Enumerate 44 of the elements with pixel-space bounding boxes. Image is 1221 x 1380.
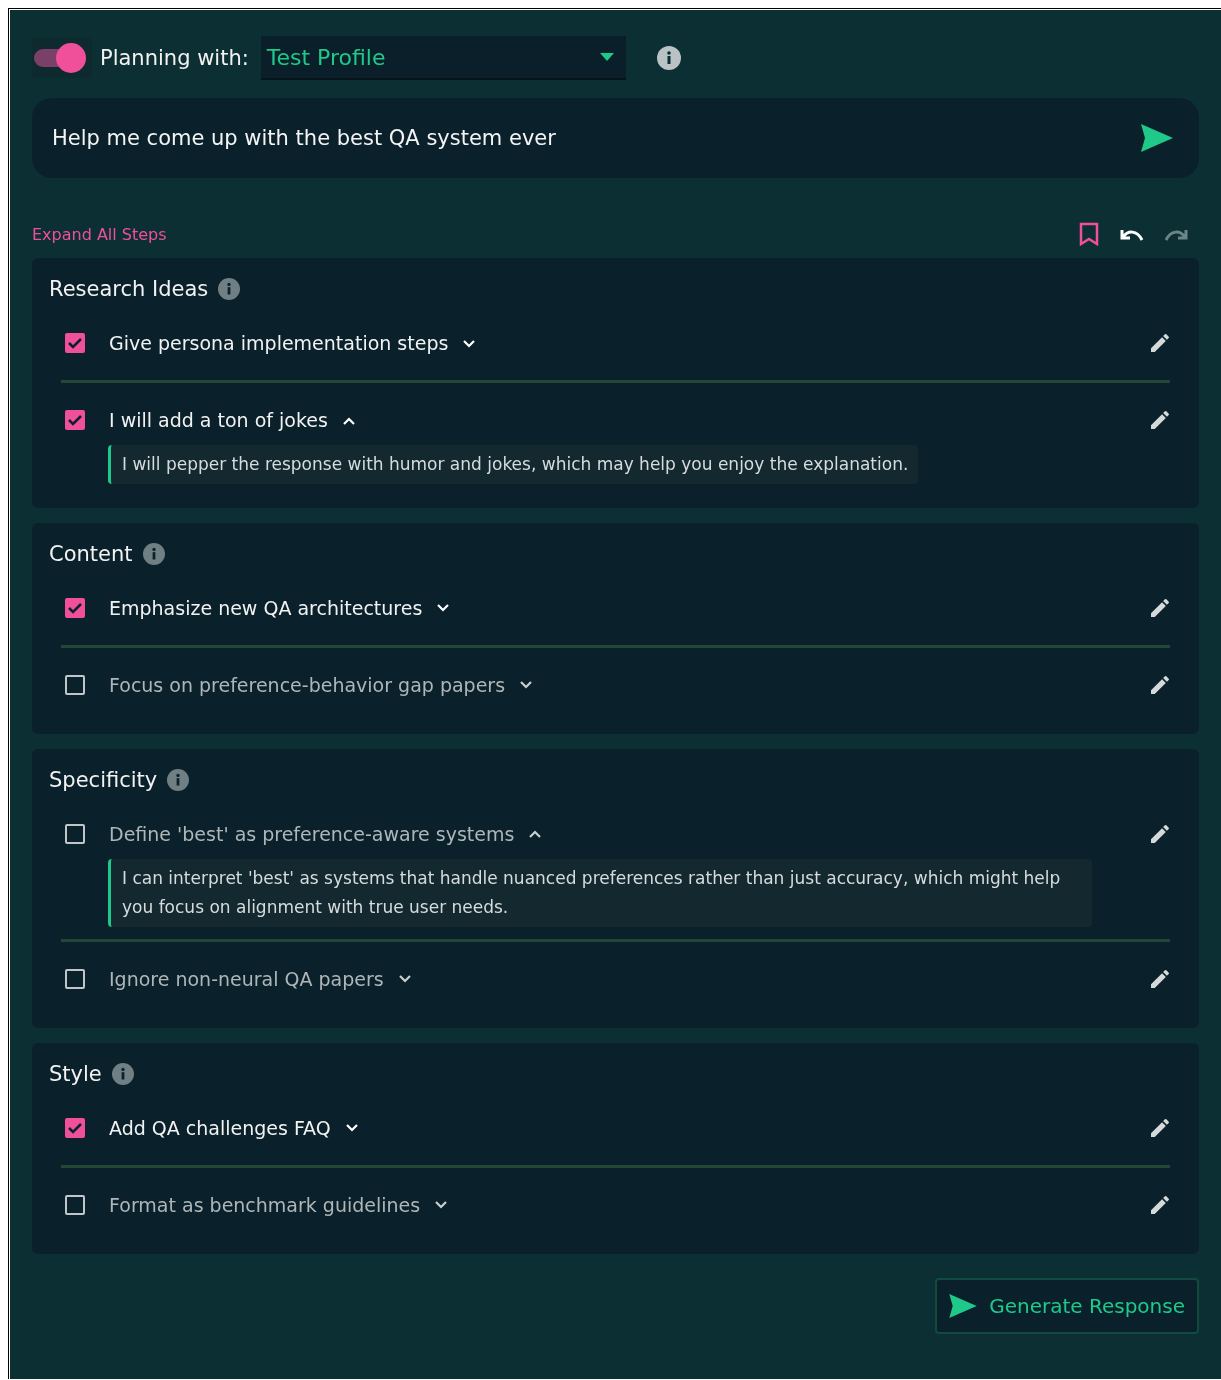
caret-icon bbox=[599, 53, 614, 61]
step-label: I will add a ton of jokes bbox=[109, 409, 328, 431]
chevron-down-icon[interactable] bbox=[434, 1200, 449, 1210]
info-icon[interactable] bbox=[111, 1062, 134, 1085]
toggle-switch[interactable] bbox=[32, 38, 92, 78]
step-description: I can interpret 'best' as systems that handle nuanced preferences rather than just accuracy, which might help you focus on alignment with true user needs. bbox=[108, 858, 1092, 927]
section-title: Content bbox=[49, 541, 133, 566]
generate-response-button[interactable]: Generate Response bbox=[935, 1277, 1199, 1334]
chevron-down-icon[interactable] bbox=[519, 680, 534, 690]
expand-all-link[interactable]: Expand All Steps bbox=[32, 224, 167, 244]
step-label: Define 'best' as preference-aware systems bbox=[109, 822, 515, 845]
checkbox[interactable] bbox=[65, 968, 85, 989]
chevron-up-icon[interactable] bbox=[341, 415, 356, 425]
prompt-field[interactable]: Help me come up with the best QA system ever bbox=[32, 98, 1199, 178]
step-label: Focus on preference-behavior gap papers bbox=[109, 673, 506, 696]
chevron-up-icon[interactable] bbox=[528, 829, 543, 839]
pencil-icon[interactable] bbox=[1148, 408, 1172, 432]
chevron-down-icon[interactable] bbox=[397, 974, 412, 984]
section-title: Research Ideas bbox=[49, 277, 209, 301]
checkbox[interactable] bbox=[65, 1194, 85, 1215]
section-title: Style bbox=[49, 1061, 102, 1086]
pencil-icon[interactable] bbox=[1148, 331, 1172, 355]
checkbox[interactable] bbox=[65, 597, 85, 618]
checkbox[interactable] bbox=[65, 1117, 85, 1138]
step-label: Format as benchmark guidelines bbox=[109, 1193, 421, 1216]
planning-label: Planning with: bbox=[100, 46, 249, 70]
checkbox[interactable] bbox=[65, 823, 85, 844]
info-icon[interactable] bbox=[656, 46, 681, 70]
step-label: Ignore non-neural QA papers bbox=[109, 967, 384, 990]
send-icon bbox=[949, 1293, 978, 1318]
profile-dropdown[interactable]: Test Profile bbox=[260, 36, 626, 80]
info-icon[interactable] bbox=[167, 768, 190, 791]
step-description: I will pepper the response with humor and jokes, which may help you enjoy the explanation. bbox=[108, 445, 919, 484]
step-label: Give persona implementation steps bbox=[109, 332, 449, 354]
bookmark-icon[interactable] bbox=[1079, 222, 1099, 246]
step-label: Add QA challenges FAQ bbox=[109, 1116, 331, 1139]
checkbox[interactable] bbox=[65, 674, 85, 695]
checkbox[interactable] bbox=[65, 333, 85, 353]
info-icon[interactable] bbox=[142, 542, 165, 565]
send-icon[interactable] bbox=[1141, 124, 1173, 152]
section-title: Specificity bbox=[49, 767, 158, 792]
step-label: Emphasize new QA architectures bbox=[109, 596, 423, 619]
info-icon[interactable] bbox=[218, 278, 241, 300]
checkbox[interactable] bbox=[65, 410, 85, 430]
